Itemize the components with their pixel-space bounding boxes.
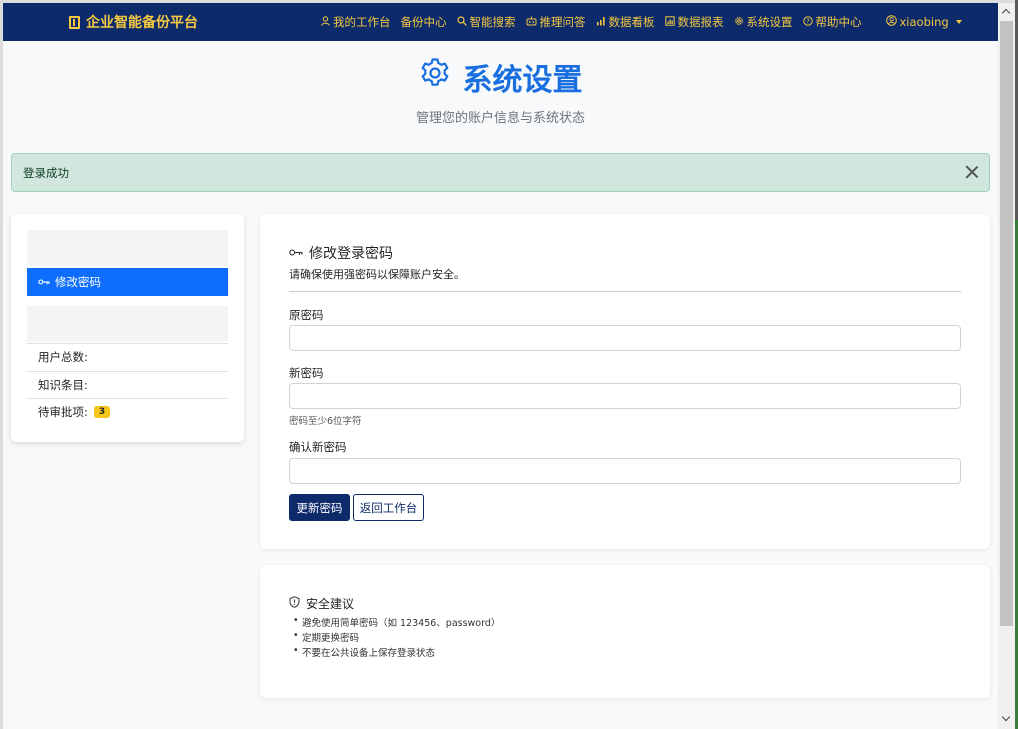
- svg-text:?: ?: [806, 17, 810, 25]
- book-icon: [69, 15, 80, 29]
- new-password-hint: 密码至少6位字符: [289, 416, 362, 427]
- search-icon: [456, 15, 467, 29]
- tips-title: 安全建议: [289, 595, 354, 612]
- nav-label: 智能搜索: [469, 15, 516, 29]
- bar-chart-icon: [596, 16, 606, 29]
- nav-label: 推理问答: [539, 15, 586, 29]
- stat-pending: 待审批项: 3: [27, 398, 228, 426]
- username: xiaobing: [899, 15, 949, 29]
- new-password-input[interactable]: [289, 383, 961, 409]
- close-icon[interactable]: [965, 165, 979, 179]
- stat-label: 知识条目:: [38, 377, 88, 392]
- tips-title-text: 安全建议: [306, 597, 355, 611]
- user-circle-icon: [885, 15, 897, 29]
- chevron-down-icon: [955, 20, 962, 24]
- confirm-password-label: 确认新密码: [289, 440, 347, 454]
- scroll-down-icon[interactable]: [1002, 714, 1011, 723]
- stat-label: 用户总数:: [38, 350, 88, 365]
- sidebar-item-placeholder[interactable]: [27, 230, 228, 266]
- divider: [289, 291, 961, 292]
- key-icon: [289, 245, 303, 261]
- key-icon: [38, 275, 50, 289]
- nav-label: 备份中心: [400, 15, 447, 29]
- scroll-thumb[interactable]: [1000, 21, 1013, 626]
- question-circle-icon: ?: [802, 15, 813, 29]
- nav-item-reports[interactable]: 数据报表: [664, 14, 724, 30]
- nav-label: 帮助中心: [815, 15, 862, 29]
- nav-label: 数据报表: [677, 15, 724, 29]
- list-item: 避免使用简单密码（如 123456、password）: [293, 615, 500, 630]
- security-tips-card: 安全建议 避免使用简单密码（如 123456、password） 定期更换密码 …: [260, 565, 990, 698]
- nav-item-backup[interactable]: 备份中心: [401, 14, 447, 30]
- old-password-input[interactable]: [289, 325, 961, 351]
- robot-icon: [526, 16, 537, 29]
- alert-message: 登录成功: [23, 165, 69, 180]
- sidebar-item-placeholder[interactable]: [27, 306, 228, 342]
- pending-badge: 3: [93, 406, 111, 419]
- person-icon: [321, 15, 330, 29]
- page-header: 系统设置 管理您的账户信息与系统状态: [3, 55, 998, 126]
- list-item: 定期更换密码: [293, 630, 500, 645]
- card-title-text: 修改登录密码: [309, 246, 393, 262]
- page-title: 系统设置: [419, 55, 583, 99]
- sidebar-item-change-password[interactable]: 修改密码: [27, 268, 228, 296]
- scroll-up-icon[interactable]: [1002, 8, 1011, 17]
- brand-name: 企业智能备份平台: [86, 15, 198, 31]
- page-title-text: 系统设置: [462, 63, 583, 98]
- new-password-label: 新密码: [289, 366, 324, 380]
- user-menu[interactable]: xiaobing: [885, 15, 962, 29]
- nav-item-search[interactable]: 智能搜索: [456, 14, 516, 30]
- vertical-scrollbar[interactable]: [998, 3, 1015, 729]
- nav-item-help[interactable]: ? 帮助中心: [802, 14, 862, 30]
- back-to-workbench-button[interactable]: 返回工作台: [353, 494, 424, 521]
- settings-sidebar: 修改密码 用户总数: 知识条目: 待审批项: 3: [11, 214, 244, 442]
- nav-label: 数据看板: [608, 15, 655, 29]
- card-description: 请确保使用强密码以保障账户安全。: [289, 268, 465, 281]
- stat-label: 待审批项:: [38, 405, 88, 420]
- list-item: 不要在公共设备上保存登录状态: [293, 645, 500, 660]
- nav-label: 系统设置: [746, 15, 793, 29]
- stat-knowledge: 知识条目:: [27, 370, 228, 399]
- success-alert: 登录成功: [11, 153, 990, 192]
- stat-users: 用户总数:: [27, 343, 228, 371]
- nav-menu: 我的工作台 备份中心 智能搜索 推理问答 数据看板 数据报表 系统设置 ? 帮助…: [321, 3, 962, 41]
- page-subtitle: 管理您的账户信息与系统状态: [415, 111, 585, 126]
- confirm-password-input[interactable]: [289, 458, 961, 484]
- card-title: 修改登录密码: [289, 243, 393, 263]
- nav-item-workbench[interactable]: 我的工作台: [321, 14, 391, 30]
- gear-icon: [419, 57, 451, 97]
- system-stats: 用户总数: 知识条目: 待审批项: 3: [27, 343, 228, 426]
- report-icon: [664, 15, 675, 29]
- nav-item-settings[interactable]: 系统设置: [734, 14, 793, 30]
- nav-item-dashboard[interactable]: 数据看板: [596, 14, 655, 30]
- tips-list: 避免使用简单密码（如 123456、password） 定期更换密码 不要在公共…: [293, 615, 500, 660]
- sidebar-item-label: 修改密码: [55, 275, 101, 289]
- brand[interactable]: 企业智能备份平台: [69, 3, 198, 41]
- change-password-card: 修改登录密码 请确保使用强密码以保障账户安全。 原密码 新密码 密码至少6位字符…: [260, 214, 990, 549]
- nav-label: 我的工作台: [333, 15, 391, 29]
- shield-icon: [289, 596, 300, 611]
- gear-icon: [734, 16, 744, 29]
- update-password-button[interactable]: 更新密码: [289, 494, 350, 521]
- old-password-label: 原密码: [289, 308, 324, 322]
- nav-item-reasoning[interactable]: 推理问答: [526, 14, 586, 30]
- browser-window: 企业智能备份平台 我的工作台 备份中心 智能搜索 推理问答 数据看板 数据报表 …: [3, 3, 998, 729]
- top-navbar: 企业智能备份平台 我的工作台 备份中心 智能搜索 推理问答 数据看板 数据报表 …: [3, 3, 998, 41]
